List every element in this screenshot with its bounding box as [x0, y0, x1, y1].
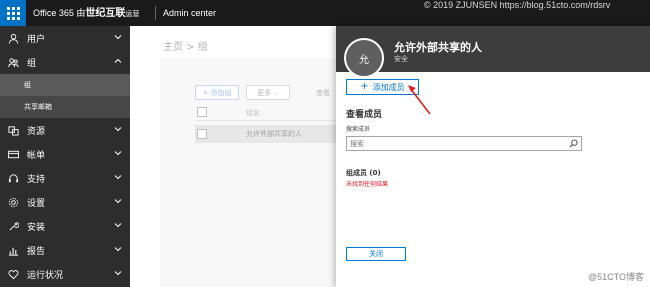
add-group-button[interactable]: + 添加组: [195, 85, 239, 100]
sidebar-item-label: 用户: [27, 34, 46, 45]
brand-title: Office 365 由世纪互联运营: [33, 6, 139, 22]
chevron-down-icon: [114, 175, 122, 180]
chevron-down-icon: [114, 199, 122, 204]
wrench-icon: [7, 220, 19, 232]
sidebar-subitem-shared-mailboxes[interactable]: 共享邮箱: [0, 96, 130, 118]
sidebar-item-billing[interactable]: 帐单: [0, 142, 130, 166]
sidebar-item-reports[interactable]: 报告: [0, 238, 130, 262]
sidebar-item-label: 帐单: [27, 150, 46, 161]
sidebar-subitem-label: 共享邮箱: [24, 103, 52, 111]
sidebar-item-label: 资源: [27, 126, 46, 137]
billing-icon: [7, 148, 19, 160]
chevron-down-icon: [114, 127, 122, 132]
panel-title: 允许外部共享的人: [394, 41, 482, 54]
table-header: [195, 104, 335, 121]
more-button[interactable]: 更多 ⌵: [246, 85, 290, 100]
resources-icon: [7, 124, 19, 136]
sidebar-subitem-groups[interactable]: 组: [0, 74, 130, 96]
panel-header: 允许外部共享的人 安全: [336, 26, 650, 72]
app-launcher-button[interactable]: [0, 0, 26, 26]
close-button[interactable]: 关闭: [346, 247, 406, 261]
sidebar-item-users[interactable]: 用户: [0, 26, 130, 50]
chevron-down-icon: [114, 271, 122, 276]
row-group-name[interactable]: 允许外部共享的人: [246, 129, 302, 139]
chart-icon: [7, 244, 19, 256]
select-all-checkbox[interactable]: [197, 107, 207, 117]
annotation-arrow-icon: [408, 85, 431, 115]
sidebar-item-setup[interactable]: 安装: [0, 214, 130, 238]
column-header-name[interactable]: 组名: [246, 108, 260, 118]
panel-subtitle: 安全: [394, 55, 408, 63]
plus-icon: +: [360, 81, 369, 92]
brand-name: 世纪互联: [85, 8, 126, 19]
sidebar-item-label: 支持: [27, 174, 46, 185]
add-member-label: 添加成员: [372, 82, 405, 92]
person-icon: [7, 32, 19, 44]
sidebar-item-label: 报告: [27, 246, 46, 257]
watermark-top: © 2019 ZJUNSEN https://blog.51cto.com/rd…: [424, 0, 611, 10]
row-checkbox[interactable]: [197, 129, 207, 139]
group-details-panel: 允许外部共享的人 安全 允 + 添加成员 查看成员 搜索成员 组成员 (0) 未…: [336, 26, 650, 287]
chevron-down-icon: [114, 35, 122, 40]
view-members-heading: 查看成员: [346, 110, 383, 120]
view-label[interactable]: 查看: [316, 88, 330, 98]
sidebar-item-support[interactable]: 支持: [0, 166, 130, 190]
sidebar: 用户 组 组 共享邮箱 资源 帐单 支持 设置 安装 报告 运行状况: [0, 26, 130, 287]
search-input[interactable]: [350, 138, 560, 149]
admin-center-title: Admin center: [163, 8, 217, 18]
sidebar-item-health[interactable]: 运行状况: [0, 262, 130, 286]
search-icon[interactable]: [569, 139, 578, 148]
topbar-divider: [155, 6, 156, 20]
chevron-up-icon: [114, 58, 122, 63]
headset-icon: [7, 172, 19, 184]
search-label: 搜索成员: [346, 126, 371, 133]
chevron-down-icon: [114, 223, 122, 228]
members-count: 组成员 (0): [346, 169, 381, 177]
no-results-message: 未找到任何结果: [346, 181, 389, 188]
sidebar-item-resources[interactable]: 资源: [0, 118, 130, 142]
gear-icon: [7, 196, 19, 208]
sidebar-item-label: 安装: [27, 222, 46, 233]
chevron-down-icon: [114, 247, 122, 252]
sidebar-item-groups[interactable]: 组: [0, 50, 130, 74]
sidebar-item-settings[interactable]: 设置: [0, 190, 130, 214]
search-field[interactable]: [346, 136, 582, 151]
sidebar-item-label: 组: [27, 58, 37, 69]
sidebar-item-label: 运行状况: [27, 270, 64, 281]
brand-prefix: Office 365 由: [33, 8, 86, 18]
heart-icon: [7, 268, 19, 280]
breadcrumb[interactable]: 主页 > 组: [163, 38, 208, 53]
sidebar-subitem-label: 组: [24, 81, 31, 89]
avatar: 允: [344, 38, 384, 78]
sidebar-item-label: 设置: [27, 198, 46, 209]
waffle-icon: [6, 6, 20, 20]
brand-suffix: 运营: [125, 11, 140, 18]
chevron-down-icon: [114, 151, 122, 156]
watermark-bottom: @51CTO博客: [588, 272, 644, 282]
group-icon: [7, 56, 19, 68]
